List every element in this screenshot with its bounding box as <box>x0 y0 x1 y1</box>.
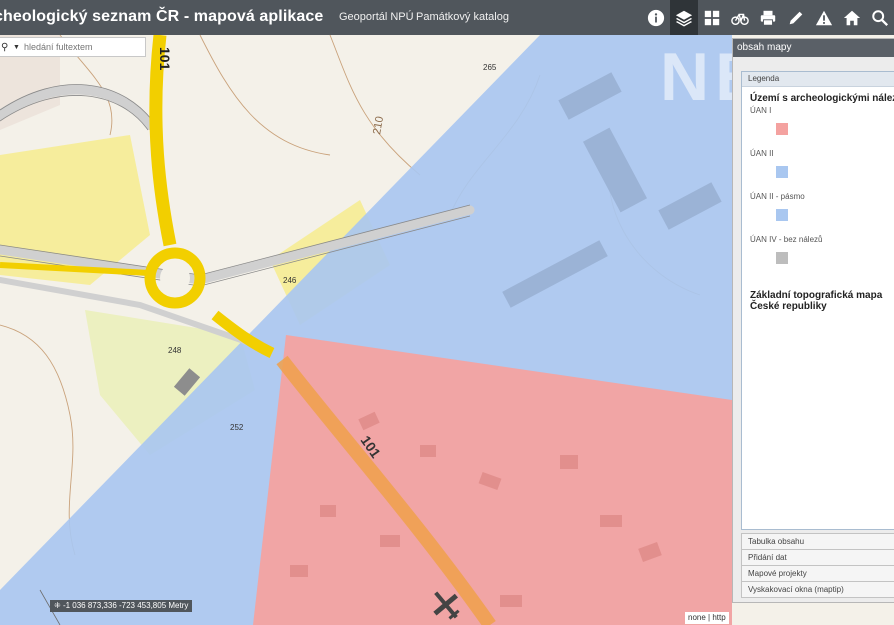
layers-icon[interactable] <box>670 0 698 35</box>
building-number: 265 <box>483 63 497 72</box>
base-layer-title: Základní topografická mapa České republi… <box>750 290 883 312</box>
app-title: cheologický seznam ČR - mapová aplikace <box>0 8 324 25</box>
pencil-icon[interactable] <box>782 0 810 35</box>
legend-group-title: Území s archeologickými nálezy <box>750 93 894 104</box>
legend-swatch-uan-4 <box>776 252 788 264</box>
legend-panel: Legenda Území s archeologickými nálezy Ú… <box>741 71 894 530</box>
crosshair-icon: ⁜ <box>54 601 61 610</box>
legend-swatch-uan-2-zone <box>776 209 788 221</box>
print-icon[interactable] <box>754 0 782 35</box>
section-map-projects[interactable]: Mapové projekty <box>741 566 894 582</box>
legend-swatch-uan-1 <box>776 123 788 135</box>
warning-icon[interactable] <box>810 0 838 35</box>
attribution: none | http <box>685 612 729 624</box>
legend-tab[interactable]: Legenda <box>742 72 894 87</box>
toolbar <box>642 0 894 35</box>
grid-icon[interactable] <box>698 0 726 35</box>
home-icon[interactable] <box>838 0 866 35</box>
legend-body: Území s archeologickými nálezy ÚAN I ÚAN… <box>742 87 894 312</box>
panel-title: obsah mapy <box>733 39 894 57</box>
section-popups[interactable]: Vyskakovací okna (maptip) <box>741 582 894 598</box>
legend-swatch-uan-2 <box>776 166 788 178</box>
bicycle-icon[interactable] <box>726 0 754 35</box>
building-number: 252 <box>230 423 244 432</box>
search-box[interactable]: ⚲ ▼ <box>0 37 146 57</box>
section-add-data[interactable]: Přidání dat <box>741 550 894 566</box>
legend-item-label: ÚAN IV - bez nálezů <box>750 235 823 244</box>
map-contents-panel: obsah mapy Legenda Území s archeologický… <box>732 38 894 603</box>
section-table-of-contents[interactable]: Tabulka obsahu <box>741 533 894 550</box>
search-input[interactable] <box>23 42 124 52</box>
road-label: 101 <box>157 47 173 71</box>
coordinate-readout: ⁜ -1 036 873,336 -723 453,805 Metry <box>50 600 193 612</box>
chevron-down-icon[interactable]: ▼ <box>13 44 20 51</box>
geoportal-link[interactable]: Geoportál NPÚ <box>339 11 414 23</box>
legend-item-label: ÚAN I <box>750 106 772 115</box>
legend-item-label: ÚAN II <box>750 149 774 158</box>
app-header: cheologický seznam ČR - mapová aplikace … <box>0 0 894 35</box>
legend-item-label: ÚAN II - pásmo <box>750 192 805 201</box>
magnifier-icon: ⚲ <box>1 41 9 53</box>
catalog-link[interactable]: Památkový katalog <box>416 11 509 23</box>
building-number: 246 <box>283 276 297 285</box>
panel-sections: Tabulka obsahu Přidání dat Mapové projek… <box>741 533 894 598</box>
search-icon[interactable] <box>866 0 894 35</box>
building-number: 248 <box>168 346 182 355</box>
info-icon[interactable] <box>642 0 670 35</box>
